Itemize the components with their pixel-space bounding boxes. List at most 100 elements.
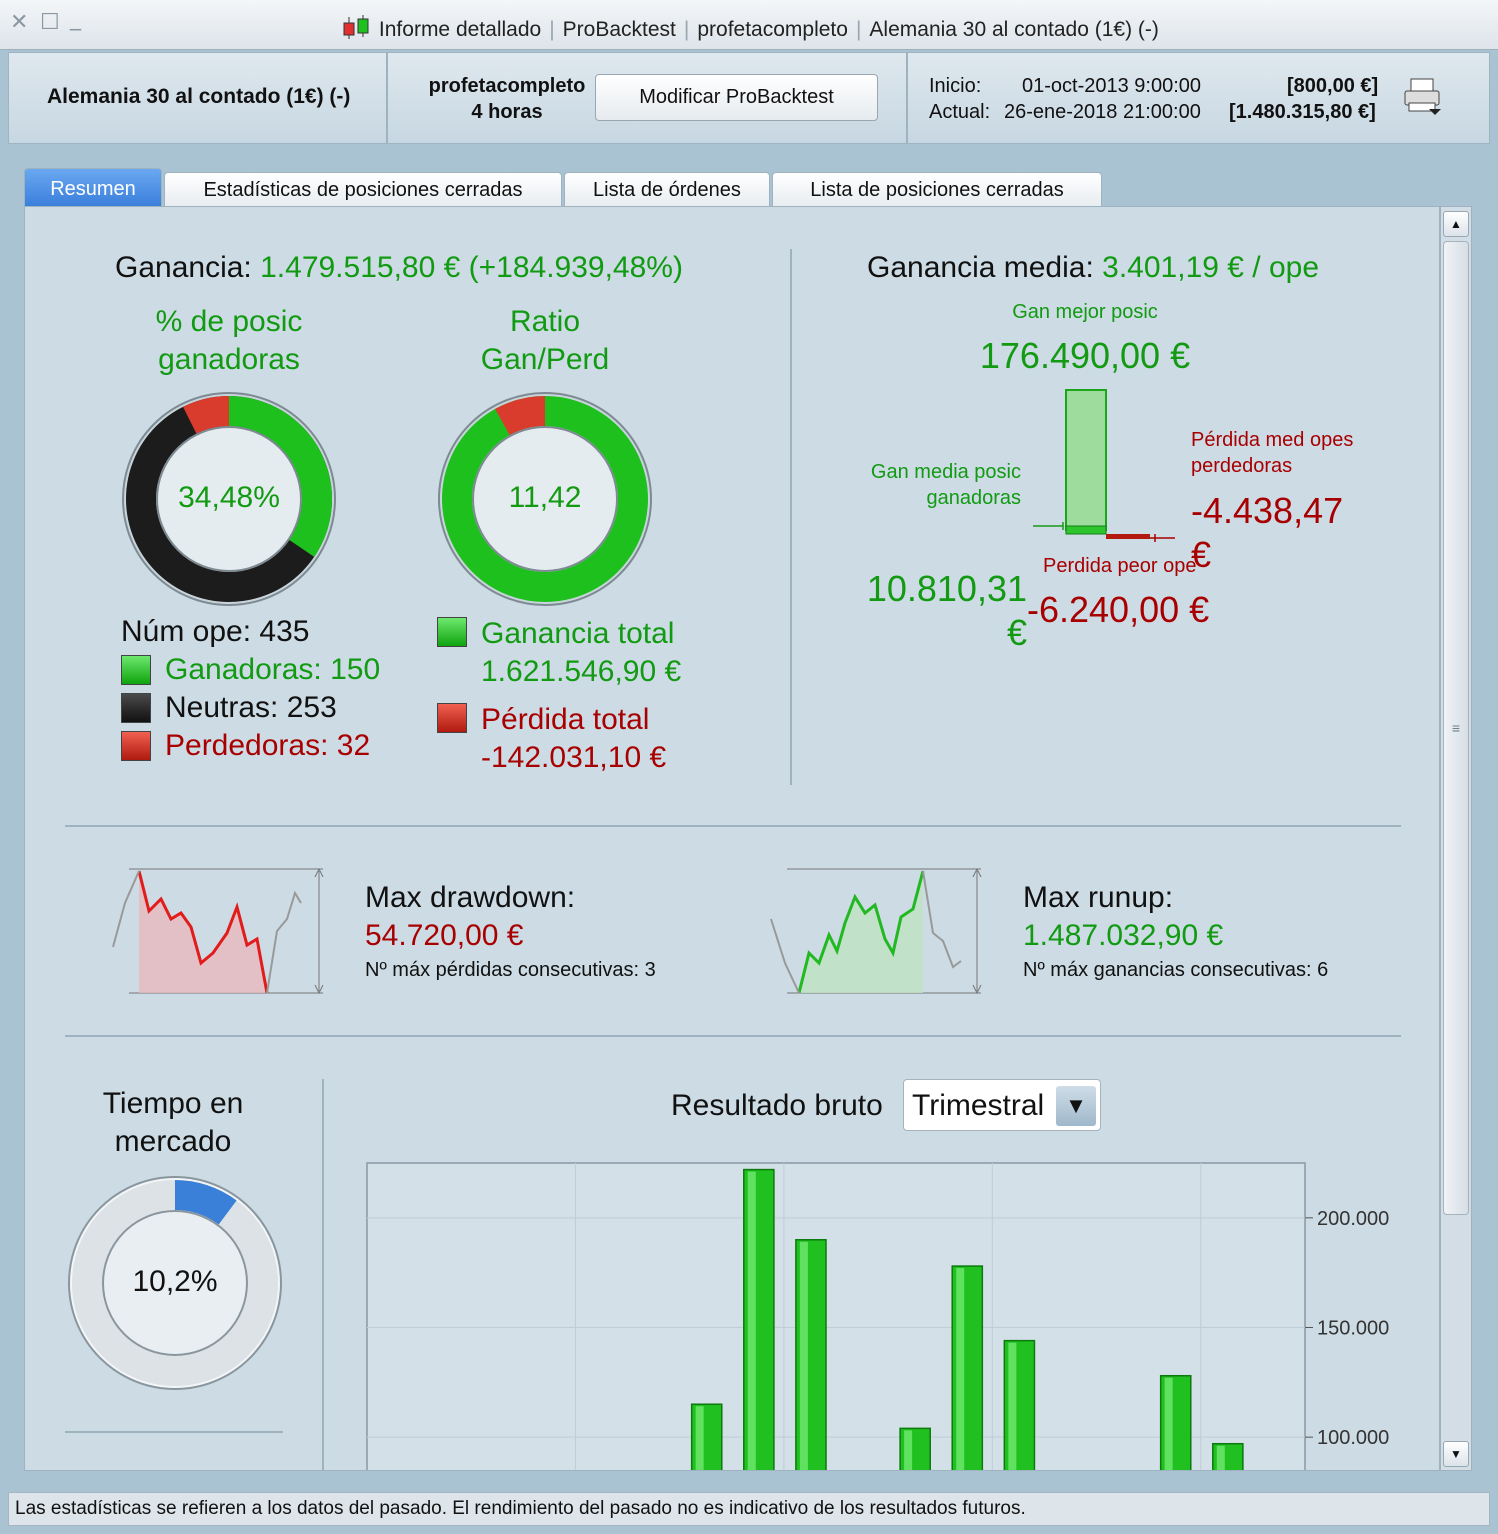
neutrals-swatch [121, 693, 151, 723]
chart-bar-highlight [956, 1268, 965, 1470]
drawdown-consecutive: Nº máx pérdidas consecutivas: 3 [365, 959, 656, 981]
avg-loss-label-line: Pérdida med opes [1191, 429, 1354, 451]
current-label: Actual: [929, 101, 991, 123]
gross-result-chart: 100.000 150.000 200.000 [366, 1162, 1389, 1470]
avg-win-bar [1065, 525, 1107, 535]
losers-count: Perdedoras: 32 [165, 729, 371, 762]
current-value: [1.480.315,80 €] [1229, 101, 1376, 123]
vertical-scrollbar[interactable]: ▲ ≡ ▼ [1440, 206, 1472, 1471]
ratio-value: 11,42 [508, 481, 582, 514]
ratio-title: Ratio Gan/Perd [405, 303, 685, 379]
chart-bar-highlight [747, 1171, 756, 1470]
scroll-up-button[interactable]: ▲ [1443, 211, 1469, 237]
total-gain: Ganancia total 1.621.546,90 € [481, 615, 681, 691]
start-label: Inicio: [929, 75, 982, 97]
tab-closed-positions[interactable]: Lista de posiciones cerradas [772, 172, 1102, 206]
avg-loss-value-line: € [1191, 534, 1212, 575]
total-loss-swatch [437, 703, 467, 733]
strategy-info: profetacompleto 4 horas [407, 73, 607, 125]
total-gain-value: 1.621.546,90 € [481, 655, 682, 688]
avg-win-value: 10.810,31 € [825, 567, 1027, 655]
total-gain-swatch [437, 617, 467, 647]
tab-closed-stats[interactable]: Estadísticas de posiciones cerradas [164, 172, 562, 206]
avg-win-value-line: € [1006, 612, 1027, 653]
gain-header: Ganancia: 1.479.515,80 € (+184.939,48%) [115, 251, 683, 285]
drawdown-mini-chart [112, 867, 324, 995]
header-bar: Alemania 30 al contado (1€) (-) profetac… [8, 52, 1490, 144]
title-part-strategy: profetacompleto [697, 18, 848, 41]
avg-gain-header: Ganancia media: 3.401,19 € / ope [867, 251, 1319, 285]
avg-gain-value: 3.401,19 € / ope [1102, 251, 1320, 284]
current-date: 26-ene-2018 21:00:00 [1004, 101, 1201, 123]
total-loss-label: Pérdida total [481, 703, 650, 736]
best-label: Gan mejor posic [1012, 301, 1158, 323]
divider [790, 249, 792, 785]
chevron-down-icon[interactable]: ▼ [1056, 1086, 1096, 1126]
gain-label: Ganancia: [115, 251, 252, 284]
winners-title: % de posic ganadoras [89, 303, 369, 379]
drawdown-title: Max drawdown: [365, 881, 576, 914]
divider [65, 1431, 283, 1433]
avg-win-label-line: Gan media posic [870, 461, 1021, 483]
avg-loss-label-line: perdedoras [1191, 455, 1293, 477]
avg-win-label-line: ganadoras [926, 487, 1021, 509]
chart-bar-highlight [1216, 1445, 1225, 1470]
losers-swatch [121, 731, 151, 761]
y-tick-label: 150.000 [1317, 1317, 1389, 1339]
market-time-title-line: Tiempo en [102, 1087, 244, 1120]
modify-probacktest-button[interactable]: Modificar ProBacktest [595, 74, 878, 121]
market-time-title-line: mercado [114, 1125, 232, 1158]
start-date: 01-oct-2013 9:00:00 [1022, 75, 1202, 97]
avg-gain-bars [1033, 389, 1175, 542]
gross-result-label: Resultado bruto [671, 1089, 883, 1122]
total-gain-label: Ganancia total [481, 617, 675, 650]
strategy-timeframe: 4 horas [471, 101, 543, 123]
period-dropdown[interactable]: Trimestral ▼ [903, 1079, 1101, 1131]
title-part-instrument: Alemania 30 al contado (1€) (-) [869, 18, 1159, 41]
printer-icon[interactable] [1401, 75, 1445, 119]
avg-loss-value: -4.438,47 € [1191, 489, 1343, 577]
divider [322, 1079, 324, 1470]
chart-bar-highlight [904, 1430, 913, 1470]
title-part-report: Informe detallado [378, 18, 542, 41]
avg-win-value-line: 10.810,31 [866, 568, 1027, 609]
scroll-down-button[interactable]: ▼ [1443, 1441, 1469, 1467]
total-loss-value: -142.031,10 € [481, 741, 667, 774]
status-bar: Las estadísticas se refieren a los datos… [8, 1492, 1490, 1526]
chart-bar-highlight [1008, 1342, 1017, 1470]
winners-count: Ganadoras: 150 [165, 653, 381, 686]
tab-order-list[interactable]: Lista de órdenes [564, 172, 770, 206]
runup-title: Max runup: [1023, 881, 1174, 914]
runup-consecutive: Nº máx ganancias consecutivas: 6 [1023, 959, 1329, 981]
chart-bar-highlight [695, 1406, 704, 1470]
avg-win-label: Gan media posic ganadoras [825, 459, 1021, 511]
period-dropdown-value: Trimestral [912, 1089, 1045, 1122]
title-bar: ✕ ☐ _ Informe detallado | ProBacktest | prof… [0, 0, 1498, 50]
candlestick-icon [343, 15, 369, 39]
y-tick-label: 100.000 [1317, 1427, 1389, 1449]
avg-loss-bar [1106, 534, 1150, 539]
winners-title-line: % de posic [155, 305, 303, 338]
ratio-title-line: Gan/Perd [480, 343, 610, 376]
num-ops: Núm ope: 435 [121, 615, 310, 648]
instrument-name: Alemania 30 al contado (1€) (-) [47, 85, 351, 108]
runup-value: 1.487.032,90 € [1023, 919, 1224, 952]
worst-value: -6.240,00 € [1027, 589, 1210, 630]
divider [906, 53, 908, 143]
divider [386, 53, 388, 143]
strategy-name: profetacompleto [428, 75, 586, 97]
scrollbar-thumb[interactable]: ≡ [1443, 241, 1469, 1215]
winners-title-line: ganadoras [158, 343, 300, 376]
winners-swatch [121, 655, 151, 685]
avg-loss-value-line: -4.438,47 [1191, 490, 1344, 531]
avg-gain-label: Ganancia media: [867, 251, 1094, 284]
tab-summary[interactable]: Resumen [24, 168, 162, 206]
market-time-title: Tiempo en mercado [65, 1085, 281, 1161]
chart-bar-highlight [1164, 1377, 1173, 1470]
window-title: Informe detallado | ProBacktest | profetacom… [0, 13, 1498, 42]
grip-icon: ≡ [1451, 720, 1461, 736]
chart-bar-highlight [799, 1241, 808, 1470]
neutrals-count: Neutras: 253 [165, 691, 337, 724]
divider [65, 825, 1401, 827]
market-time-value: 10,2% [132, 1265, 218, 1298]
